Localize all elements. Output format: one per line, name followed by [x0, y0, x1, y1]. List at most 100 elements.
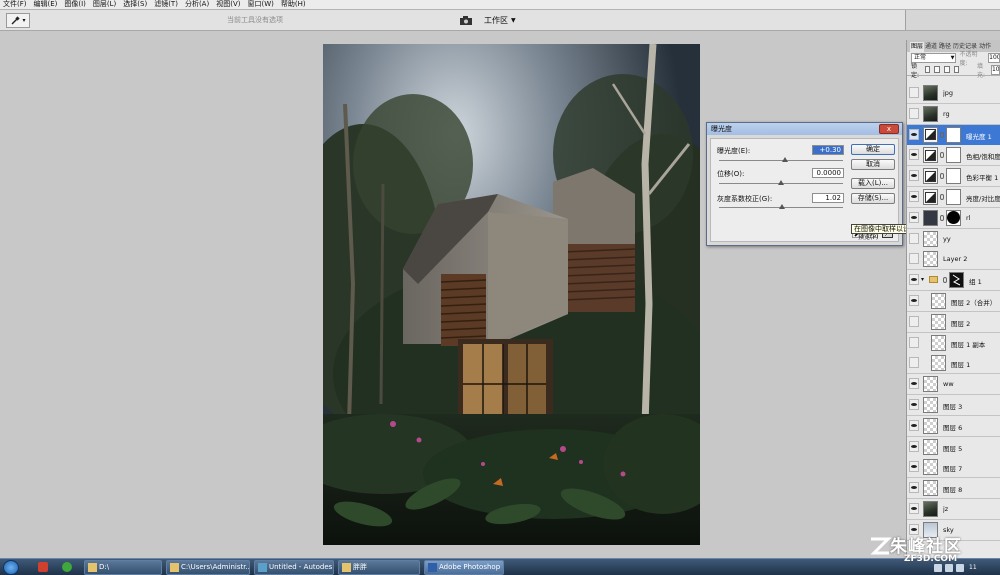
- layer-row[interactable]: yy: [907, 228, 1000, 250]
- workspace-menu-button[interactable]: 工作区 ▼: [480, 14, 520, 27]
- quicklaunch-browser-icon[interactable]: [62, 562, 72, 572]
- menu-analysis[interactable]: 分析(A): [185, 0, 209, 9]
- blend-mode-select[interactable]: 正常 ▼: [911, 53, 957, 63]
- exposure-slider[interactable]: [719, 157, 843, 162]
- visibility-eye-icon[interactable]: [909, 128, 919, 140]
- layer-mask-thumbnail[interactable]: [946, 209, 961, 226]
- menu-edit[interactable]: 编辑(E): [34, 0, 58, 9]
- layer-row[interactable]: 图层 7: [907, 457, 1000, 479]
- gamma-slider[interactable]: [719, 204, 843, 209]
- layer-row[interactable]: 图层 5: [907, 436, 1000, 458]
- document-canvas[interactable]: [323, 44, 700, 545]
- menu-view[interactable]: 视图(V): [216, 0, 240, 9]
- tab-layers[interactable]: 图层: [910, 42, 925, 52]
- tab-paths[interactable]: 路径: [938, 42, 952, 52]
- layer-row[interactable]: ww: [907, 374, 1000, 396]
- lock-transparency-icon[interactable]: [924, 66, 931, 73]
- visibility-eye-icon[interactable]: [909, 232, 919, 244]
- visibility-eye-icon[interactable]: [909, 399, 919, 410]
- visibility-eye-icon[interactable]: [909, 357, 919, 369]
- link-icon[interactable]: [943, 277, 947, 284]
- offset-input[interactable]: 0.0000: [812, 168, 844, 178]
- fill-input[interactable]: 100: [990, 64, 1000, 75]
- exposure-slider-thumb[interactable]: [781, 157, 788, 162]
- layer-row[interactable]: 亮度/对比度: [907, 187, 1000, 208]
- layer-row[interactable]: 曝光度 1: [907, 124, 1000, 146]
- layer-mask-thumbnail[interactable]: [946, 147, 961, 164]
- taskbar-button[interactable]: Adobe Photoshop ...: [424, 560, 504, 575]
- preview-checkbox-label[interactable]: 预览(P): [858, 232, 878, 241]
- visibility-eye-icon[interactable]: [909, 336, 919, 348]
- visibility-eye-icon[interactable]: [909, 274, 919, 286]
- menu-layer[interactable]: 图层(L): [93, 0, 116, 9]
- layer-mask-thumbnail[interactable]: [949, 272, 964, 289]
- visibility-eye-icon[interactable]: [909, 107, 919, 119]
- layer-row[interactable]: ▾ 组 1: [907, 270, 1000, 292]
- visibility-eye-icon[interactable]: [909, 253, 919, 265]
- close-button[interactable]: x: [879, 124, 899, 134]
- visibility-eye-icon[interactable]: [909, 461, 919, 473]
- layer-row[interactable]: 图层 6: [907, 415, 1000, 437]
- lock-pixels-icon[interactable]: [934, 66, 940, 73]
- layer-row[interactable]: 图层 2: [907, 311, 1000, 333]
- tool-preset-picker[interactable]: ▾: [6, 13, 30, 28]
- lock-position-icon[interactable]: [943, 66, 950, 73]
- menu-help[interactable]: 帮助(H): [281, 0, 306, 9]
- visibility-eye-icon[interactable]: [909, 482, 919, 494]
- layer-row[interactable]: 图层 1: [907, 353, 1000, 375]
- link-icon[interactable]: [940, 214, 944, 221]
- link-icon[interactable]: [940, 173, 944, 180]
- link-icon[interactable]: [940, 131, 944, 138]
- taskbar-button[interactable]: Untitled - Autodes...: [254, 560, 334, 575]
- opacity-input[interactable]: 100: [988, 53, 1000, 63]
- start-button[interactable]: [3, 560, 19, 575]
- visibility-eye-icon[interactable]: [909, 191, 919, 202]
- menu-image[interactable]: 图像(I): [64, 0, 86, 9]
- tab-channels[interactable]: 通道: [924, 42, 938, 52]
- layer-mask-thumbnail[interactable]: [946, 168, 961, 185]
- lock-all-icon[interactable]: [953, 66, 960, 73]
- layer-mask-thumbnail[interactable]: [946, 189, 961, 205]
- cancel-button[interactable]: 取消: [851, 159, 895, 170]
- link-icon[interactable]: [940, 152, 944, 159]
- menu-window[interactable]: 窗口(W): [247, 0, 273, 9]
- load-button[interactable]: 载入(L)...: [851, 178, 895, 189]
- layer-row[interactable]: 图层 2（合并）: [907, 291, 1000, 312]
- visibility-eye-icon[interactable]: [909, 211, 919, 223]
- layer-row[interactable]: 图层 8: [907, 478, 1000, 500]
- layer-row[interactable]: 图层 3: [907, 395, 1000, 416]
- layer-mask-thumbnail[interactable]: [946, 126, 961, 143]
- offset-slider[interactable]: [719, 180, 843, 185]
- layer-row[interactable]: jz: [907, 499, 1000, 520]
- visibility-eye-icon[interactable]: [909, 378, 919, 390]
- offset-slider-thumb[interactable]: [778, 180, 784, 185]
- menu-filter[interactable]: 滤镜(T): [154, 0, 178, 9]
- visibility-eye-icon[interactable]: [909, 170, 919, 182]
- visibility-eye-icon[interactable]: [909, 419, 919, 431]
- link-icon[interactable]: [940, 194, 944, 200]
- save-button[interactable]: 存储(S)...: [851, 193, 895, 204]
- bridge-button[interactable]: [458, 14, 474, 27]
- ok-button[interactable]: 确定: [851, 144, 895, 155]
- taskbar-button[interactable]: C:\Users\Administr...: [166, 560, 250, 575]
- layer-row[interactable]: 图层 1 副本: [907, 332, 1000, 354]
- layer-row[interactable]: rg: [907, 103, 1000, 125]
- exposure-input[interactable]: +0.30: [812, 145, 844, 155]
- layer-row[interactable]: Layer 2: [907, 249, 1000, 271]
- menu-file[interactable]: 文件(F): [3, 0, 27, 9]
- taskbar-button[interactable]: 胖胖: [338, 560, 420, 575]
- menu-select[interactable]: 选择(S): [123, 0, 147, 9]
- layer-row[interactable]: 色相/饱和度: [907, 145, 1000, 167]
- quicklaunch-app-icon[interactable]: [38, 562, 48, 572]
- visibility-eye-icon[interactable]: [909, 440, 919, 452]
- dialog-titlebar[interactable]: 曝光度 x: [707, 123, 902, 135]
- gamma-slider-thumb[interactable]: [779, 204, 786, 209]
- visibility-eye-icon[interactable]: [909, 315, 919, 327]
- layer-row[interactable]: jpg: [907, 83, 1000, 104]
- layer-row[interactable]: rl: [907, 207, 1000, 229]
- visibility-eye-icon[interactable]: [909, 149, 919, 161]
- gamma-input[interactable]: 1.02: [812, 193, 844, 203]
- taskbar-button[interactable]: D:\: [84, 560, 162, 575]
- visibility-eye-icon[interactable]: [909, 295, 919, 306]
- visibility-eye-icon[interactable]: [909, 503, 919, 514]
